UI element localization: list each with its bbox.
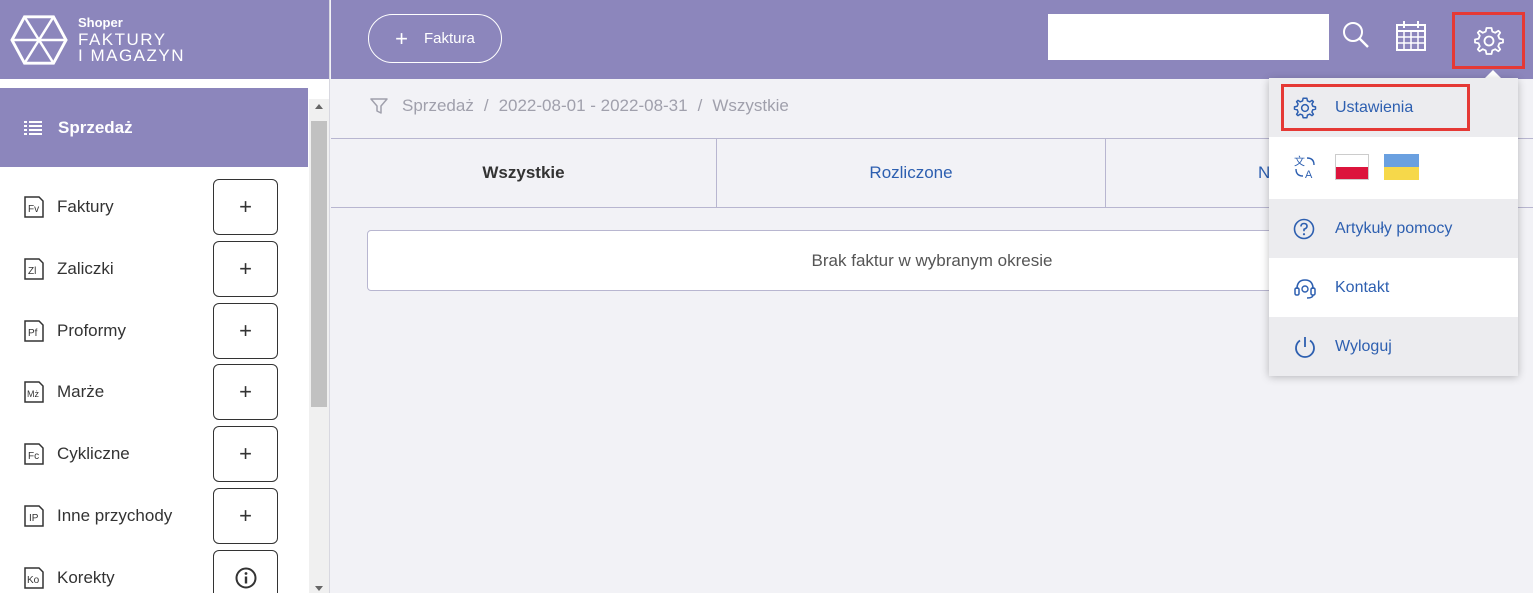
add-inne-przychody-button[interactable]: + xyxy=(213,488,278,544)
svg-text:A: A xyxy=(1305,169,1313,180)
pf-doc-icon: Pf xyxy=(24,320,44,342)
add-faktury-button[interactable]: + xyxy=(213,179,278,235)
tab-all[interactable]: Wszystkie xyxy=(331,139,717,207)
menu-item-settings[interactable]: Ustawienia xyxy=(1269,78,1518,137)
translate-icon: 文 A xyxy=(1294,154,1315,180)
sidebar-item-cykliczne[interactable]: Fc Cykliczne + xyxy=(0,426,300,482)
sidebar-item-label: Korekty xyxy=(57,568,115,587)
menu-item-logout[interactable]: Wyloguj xyxy=(1269,317,1518,376)
add-zaliczki-button[interactable]: + xyxy=(213,241,278,297)
settings-button[interactable] xyxy=(1452,12,1525,69)
new-invoice-button[interactable]: + Faktura xyxy=(368,14,502,63)
sidebar-item-label: Marże xyxy=(57,382,105,401)
svg-text:IP: IP xyxy=(29,513,39,524)
sidebar-item-label: Cykliczne xyxy=(57,444,130,463)
breadcrumb-filter[interactable]: Wszystkie xyxy=(712,96,789,116)
flag-pl-icon[interactable] xyxy=(1335,154,1369,180)
ko-doc-icon: Ko xyxy=(24,567,44,589)
info-icon xyxy=(235,567,256,589)
svg-text:Mż: Mż xyxy=(27,389,39,399)
breadcrumb-period[interactable]: 2022-08-01 - 2022-08-31 xyxy=(499,96,688,116)
fv-doc-icon: Fv xyxy=(24,196,44,218)
sidebar-item-zaliczki[interactable]: Zl Zaliczki + xyxy=(0,241,300,297)
logo-hexagon-icon xyxy=(10,14,68,65)
svg-text:Ko: Ko xyxy=(27,575,40,586)
tab-settled[interactable]: Rozliczone xyxy=(717,139,1106,207)
sidebar-item-label: Faktury xyxy=(57,197,114,216)
breadcrumb-section[interactable]: Sprzedaż xyxy=(402,96,474,116)
svg-text:Fc: Fc xyxy=(28,451,39,462)
sidebar-item-marze[interactable]: Mż Marże + xyxy=(0,364,300,420)
calendar-icon xyxy=(1396,21,1426,51)
settings-dropdown: Ustawienia 文 A Artykuły pomocy Kontakt W… xyxy=(1269,78,1518,376)
add-marze-button[interactable]: + xyxy=(213,364,278,420)
zl-doc-icon: Zl xyxy=(24,258,44,280)
sidebar-item-proformy[interactable]: Pf Proformy + xyxy=(0,303,300,359)
menu-item-logout-label: Wyloguj xyxy=(1335,337,1392,355)
svg-text:Fv: Fv xyxy=(28,204,39,215)
sidebar: Shoper FAKTURY I MAGAZYN Sprzedaż Fv Fak… xyxy=(0,0,330,593)
sidebar-item-inne-przychody[interactable]: IP Inne przychody + xyxy=(0,488,300,544)
scroll-up-arrow-icon[interactable] xyxy=(315,104,323,109)
sidebar-scrollbar[interactable] xyxy=(309,99,329,593)
menu-item-help-label: Artykuły pomocy xyxy=(1335,219,1453,237)
sidebar-item-label: Proformy xyxy=(57,321,126,340)
breadcrumb: Sprzedaż / 2022-08-01 - 2022-08-31 / Wsz… xyxy=(370,96,789,116)
fc-doc-icon: Fc xyxy=(24,443,44,465)
mz-doc-icon: Mż xyxy=(24,381,44,403)
headset-icon xyxy=(1294,278,1316,299)
plus-icon: + xyxy=(395,25,408,51)
search-input[interactable] xyxy=(1048,14,1329,60)
highlight-box xyxy=(1281,84,1470,131)
scrollbar-thumb[interactable] xyxy=(311,121,327,407)
svg-text:文: 文 xyxy=(1294,154,1305,168)
breadcrumb-separator: / xyxy=(697,96,703,115)
new-invoice-label: Faktura xyxy=(424,30,475,47)
list-icon xyxy=(24,120,42,135)
sidebar-item-label: Inne przychody xyxy=(57,506,173,525)
search-icon xyxy=(1343,22,1369,48)
svg-text:Pf: Pf xyxy=(28,328,38,339)
sidebar-section-title: Sprzedaż xyxy=(58,117,133,137)
sidebar-item-faktury[interactable]: Fv Faktury + xyxy=(0,179,300,235)
menu-item-contact[interactable]: Kontakt xyxy=(1269,258,1518,317)
korekty-info-button[interactable] xyxy=(213,550,278,593)
sidebar-section-sales[interactable]: Sprzedaż xyxy=(0,88,308,167)
breadcrumb-separator: / xyxy=(483,96,489,115)
power-icon xyxy=(1295,336,1315,358)
top-bar: + Faktura xyxy=(331,0,1533,79)
logo-text: Shoper FAKTURY I MAGAZYN xyxy=(78,16,185,64)
logo-brand: Shoper xyxy=(78,14,123,30)
svg-text:Zl: Zl xyxy=(28,266,36,277)
sidebar-item-korekty[interactable]: Ko Korekty xyxy=(0,550,300,593)
logo[interactable]: Shoper FAKTURY I MAGAZYN xyxy=(0,0,329,79)
sidebar-item-label: Zaliczki xyxy=(57,259,114,278)
gear-icon xyxy=(1473,26,1504,55)
filter-icon[interactable] xyxy=(370,97,388,115)
add-cykliczne-button[interactable]: + xyxy=(213,426,278,482)
menu-item-help[interactable]: Artykuły pomocy xyxy=(1269,199,1518,258)
ip-doc-icon: IP xyxy=(24,505,44,527)
menu-item-language: 文 A xyxy=(1269,137,1518,196)
menu-item-contact-label: Kontakt xyxy=(1335,278,1390,296)
add-proformy-button[interactable]: + xyxy=(213,303,278,359)
logo-line2: I MAGAZYN xyxy=(78,45,186,65)
calendar-button[interactable] xyxy=(1395,20,1427,57)
search-button[interactable] xyxy=(1341,20,1371,55)
scroll-down-arrow-icon[interactable] xyxy=(315,586,323,591)
help-circle-icon xyxy=(1293,218,1315,239)
flag-ua-icon[interactable] xyxy=(1384,154,1419,180)
